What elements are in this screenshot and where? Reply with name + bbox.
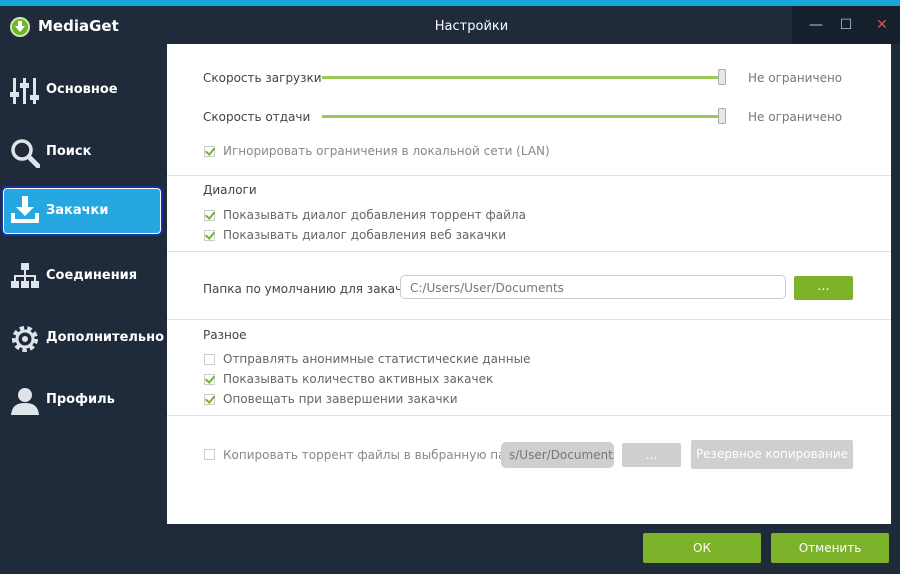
show-active-label: Показывать количество активных закачек: [223, 372, 494, 386]
download-speed-slider[interactable]: [322, 76, 722, 79]
search-icon: [10, 138, 41, 169]
sidebar-item-advanced[interactable]: Дополнительно: [0, 312, 165, 364]
notify-done-label: Оповещать при завершении закачки: [223, 392, 458, 406]
anon-stats-checkbox[interactable]: [204, 354, 215, 365]
divider: [167, 319, 891, 320]
minimize-button[interactable]: —: [800, 6, 832, 44]
torrent-dialog-label: Показывать диалог добавления торрент фай…: [223, 208, 526, 222]
ignore-lan-checkbox[interactable]: [204, 146, 215, 157]
network-icon: [10, 262, 40, 292]
default-folder-browse-button[interactable]: ...: [794, 276, 853, 300]
misc-section-title: Разное: [203, 328, 247, 342]
default-folder-input[interactable]: C:/Users/User/Documents: [400, 275, 786, 299]
sidebar-item-connections[interactable]: Соединения: [0, 250, 165, 302]
download-speed-label: Скорость загрузки: [203, 71, 322, 85]
divider: [167, 175, 891, 176]
title-bar: MediaGet Настройки — ☐ ✕: [0, 6, 900, 44]
sidebar-item-label: Соединения: [46, 268, 138, 283]
close-button[interactable]: ✕: [866, 6, 898, 44]
equalizer-icon: [10, 76, 40, 106]
copy-torrents-checkbox[interactable]: [204, 449, 215, 460]
sidebar-item-search[interactable]: Поиск: [0, 126, 165, 178]
download-icon: [10, 195, 40, 225]
sidebar-item-label: Поиск: [46, 144, 92, 159]
download-speed-slider-thumb[interactable]: [718, 69, 726, 85]
sidebar-item-label: Профиль: [46, 392, 115, 407]
upload-speed-slider-thumb[interactable]: [718, 108, 726, 124]
dialogs-section-title: Диалоги: [203, 183, 257, 197]
torrent-dialog-checkbox[interactable]: [204, 210, 215, 221]
upload-speed-value: Не ограничено: [748, 110, 843, 124]
ok-button[interactable]: ОК: [643, 533, 761, 563]
sidebar-item-label: Дополнительно: [46, 330, 165, 345]
copy-folder-input[interactable]: s/User/Documents: [501, 442, 614, 468]
web-dialog-label: Показывать диалог добавления веб закачки: [223, 228, 507, 242]
web-dialog-checkbox[interactable]: [204, 230, 215, 241]
copy-torrents-label: Копировать торрент файлы в выбранную пап…: [223, 448, 528, 462]
window-title: Настройки: [434, 19, 509, 34]
anon-stats-label: Отправлять анонимные статистические данн…: [223, 352, 531, 366]
sidebar-item-general[interactable]: Основное: [0, 64, 165, 116]
settings-panel: Скорость загрузки Не ограничено Скорость…: [167, 44, 891, 524]
sidebar: Основное Поиск Закачки Соединения Дополн…: [0, 44, 167, 574]
sidebar-item-downloads[interactable]: Закачки: [0, 186, 165, 238]
divider: [167, 415, 891, 416]
notify-done-checkbox[interactable]: [204, 394, 215, 405]
default-folder-label: Папка по умолчанию для закачек: [203, 282, 417, 296]
ignore-lan-label: Игнорировать ограничения в локальной сет…: [223, 144, 550, 158]
upload-speed-slider[interactable]: [322, 115, 722, 118]
copy-folder-browse-button[interactable]: ...: [622, 443, 681, 467]
gear-icon: [10, 324, 40, 354]
maximize-button[interactable]: ☐: [830, 6, 862, 44]
sidebar-item-label: Закачки: [46, 203, 109, 218]
download-speed-value: Не ограничено: [748, 71, 843, 85]
upload-speed-label: Скорость отдачи: [203, 110, 311, 124]
sidebar-item-label: Основное: [46, 82, 118, 97]
divider: [167, 251, 891, 252]
cancel-button[interactable]: Отменить: [771, 533, 889, 563]
backup-button[interactable]: Резервное копирование: [691, 440, 853, 469]
user-icon: [10, 386, 40, 416]
sidebar-item-profile[interactable]: Профиль: [0, 374, 165, 426]
show-active-checkbox[interactable]: [204, 374, 215, 385]
